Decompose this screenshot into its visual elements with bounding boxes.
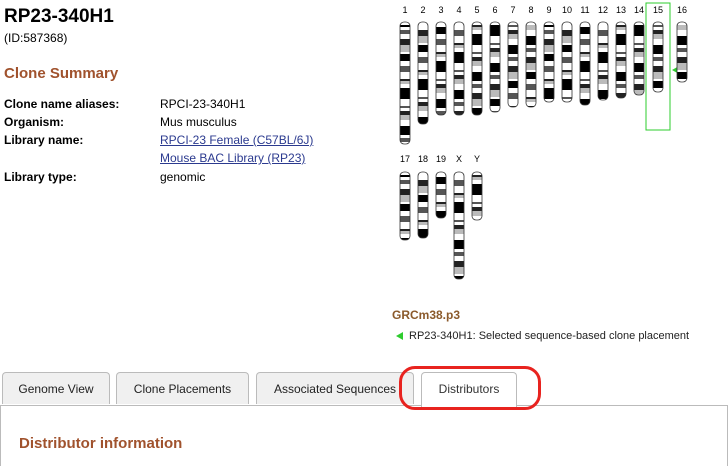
chromosome-Y[interactable]: Y <box>471 154 483 222</box>
chromosome-9[interactable]: 9 <box>543 5 555 106</box>
chromosome-label: 5 <box>474 5 479 15</box>
chromosome-19[interactable]: 19 <box>435 154 447 222</box>
info-value: Mus musculus <box>160 115 237 129</box>
chromosome-16[interactable]: 16 <box>676 5 688 84</box>
tab-clone-placements[interactable]: Clone Placements <box>116 372 249 404</box>
chromosome-label: 6 <box>492 5 497 15</box>
chromosome-label: 11 <box>580 5 589 15</box>
chromosome-2[interactable]: 2 <box>417 5 429 125</box>
chromosome-label: 4 <box>456 5 461 15</box>
chromosome-label: 10 <box>562 5 572 15</box>
chromosome-label: 7 <box>510 5 515 15</box>
placement-legend: RP23-340H1: Selected sequence-based clon… <box>396 330 689 342</box>
chromosome-18[interactable]: 18 <box>417 154 429 240</box>
chromosome-label: 2 <box>420 5 425 15</box>
info-value: genomic <box>160 170 206 184</box>
chromosome-3[interactable]: 3 <box>435 5 447 116</box>
chromosome-label: 18 <box>418 154 428 164</box>
chromosome-17[interactable]: 17 <box>399 154 411 243</box>
info-value: Mouse BAC Library (RP23) <box>160 151 305 165</box>
chromosome-7[interactable]: 7 <box>507 5 519 108</box>
distributor-info-heading: Distributor information <box>19 435 183 452</box>
chromosome-label: 13 <box>616 5 626 15</box>
assembly-name: GRCm38.p3 <box>392 308 461 322</box>
chromosome-label: Y <box>474 154 480 164</box>
chromosome-14[interactable]: 14 <box>633 5 645 97</box>
tab-genome-view[interactable]: Genome View <box>2 372 110 404</box>
chromosome-label: 1 <box>402 5 407 15</box>
chromosome-label: 9 <box>546 5 551 15</box>
chromosome-13[interactable]: 13 <box>615 5 627 99</box>
library-name-link-2[interactable]: Mouse BAC Library (RP23) <box>160 151 305 165</box>
chromosome-label: 3 <box>438 5 443 15</box>
placement-arrow-icon <box>396 332 403 341</box>
chromosome-10[interactable]: 10 <box>561 5 573 103</box>
chromosome-label: 8 <box>528 5 533 15</box>
info-label: Clone name aliases: <box>4 97 120 111</box>
chromosome-label: X <box>456 154 462 164</box>
chromosome-4[interactable]: 4 <box>453 5 465 117</box>
chromosome-label: 16 <box>677 5 687 15</box>
info-label: Organism: <box>4 115 65 129</box>
clone-summary-heading: Clone Summary <box>4 65 119 82</box>
info-value: RPCI-23 Female (C57BL/6J) <box>160 133 313 147</box>
tab-associated-sequences[interactable]: Associated Sequences <box>256 372 414 404</box>
info-value: RPCI-23-340H1 <box>160 97 246 111</box>
chromosome-X[interactable]: X <box>453 154 465 280</box>
chromosome-idiogram[interactable]: 1 2 3 4 5 6 7 8 9 10 11 12 13 14 15 1617 18 19 X Y <box>390 0 728 300</box>
chromosome-12[interactable]: 12 <box>597 5 609 102</box>
chromosome-label: 14 <box>634 5 644 15</box>
chromosome-label: 17 <box>400 154 410 164</box>
chromosome-label: 12 <box>598 5 608 15</box>
chromosome-6[interactable]: 6 <box>489 5 501 117</box>
legend-text: RP23-340H1: Selected sequence-based clon… <box>409 330 690 342</box>
clone-id: (ID:587368) <box>4 31 68 45</box>
info-label: Library name: <box>4 133 84 147</box>
info-label: Library type: <box>4 170 77 184</box>
chromosome-label: 15 <box>653 5 663 15</box>
chromosome-label: 19 <box>436 154 446 164</box>
tab-bar: Genome View Clone Placements Associated … <box>0 372 728 407</box>
chromosome-8[interactable]: 8 <box>525 5 537 111</box>
library-name-link[interactable]: RPCI-23 Female (C57BL/6J) <box>160 133 313 147</box>
clone-title: RP23-340H1 <box>4 6 114 27</box>
tab-distributors[interactable]: Distributors <box>421 372 517 407</box>
chromosome-5[interactable]: 5 <box>471 5 483 116</box>
chromosome-15[interactable]: 15 <box>645 2 679 131</box>
chromosome-1[interactable]: 1 <box>399 5 411 147</box>
chromosome-11[interactable]: 11 <box>579 5 591 106</box>
